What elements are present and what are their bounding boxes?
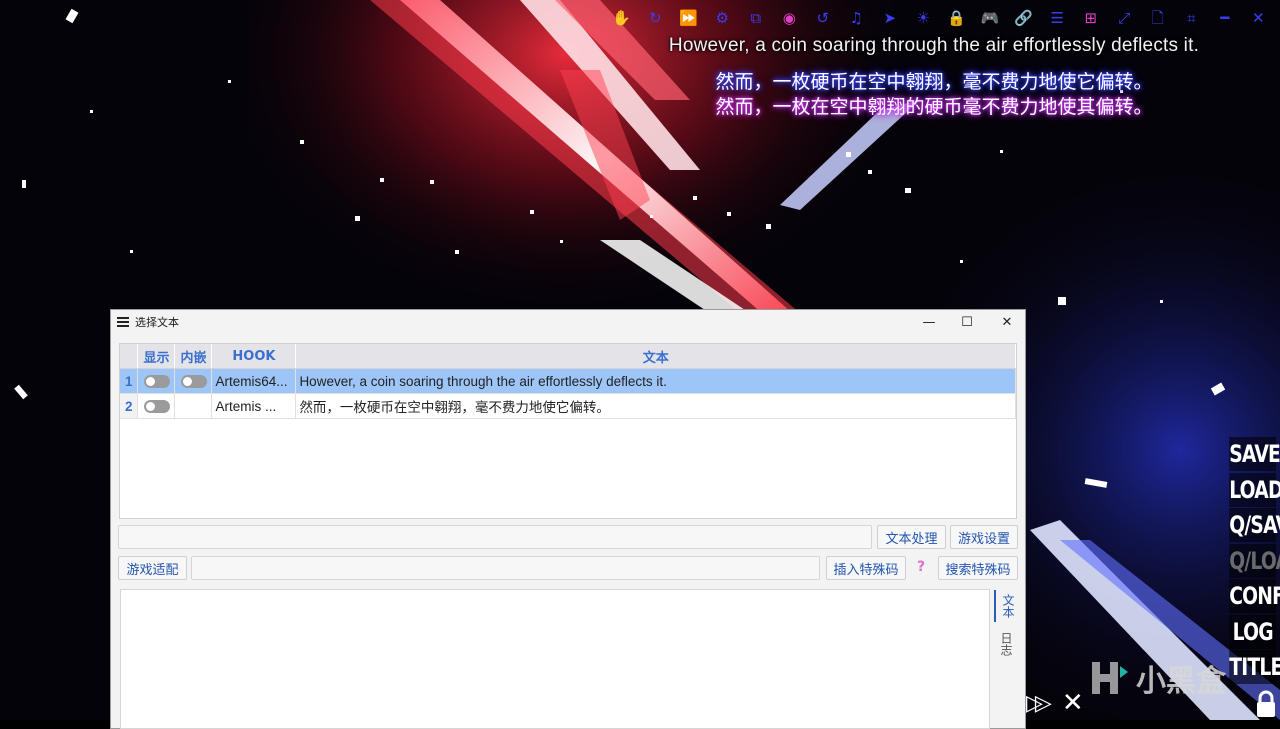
crop-icon-glyph: ⌗ xyxy=(1187,9,1196,27)
hide-window-icon[interactable]: ✕ xyxy=(1062,688,1084,718)
minimize-icon-glyph: ━ xyxy=(1220,9,1230,27)
watermark: 小黑盒 xyxy=(1088,656,1226,700)
copy-icon[interactable]: ⧉ xyxy=(739,8,773,28)
embed-cell-empty xyxy=(174,393,213,419)
watermark-text: 小黑盒 xyxy=(1136,664,1226,699)
dialog-titlebar[interactable]: 选择文本 — ☐ ✕ xyxy=(111,310,1025,334)
translation-line-1: 然而，一枚硬币在空中翱翔，毫不费力地使它偏转。 xyxy=(715,71,1153,93)
quick-save-menu-button[interactable]: Q/SAVE xyxy=(1229,508,1280,542)
close-icon-glyph: ✕ xyxy=(1251,9,1265,27)
game-adapt-button[interactable]: 游戏适配 xyxy=(118,556,187,580)
heybox-logo-icon xyxy=(1092,662,1128,694)
menu-icon-glyph: ☰ xyxy=(1050,9,1064,27)
select-text-dialog: 选择文本 — ☐ ✕ 显示 内嵌 HOOK 文本 1 Artemis64... … xyxy=(110,309,1026,729)
column-header-hook[interactable]: HOOK xyxy=(211,344,297,369)
maximize-button[interactable]: ☐ xyxy=(947,310,987,334)
toggle-switch[interactable] xyxy=(181,375,208,389)
windows-icon-glyph: ⊞ xyxy=(1084,9,1098,27)
toggle-switch[interactable] xyxy=(144,375,171,389)
fast-forward-icon[interactable]: ⏩ xyxy=(672,8,706,28)
gear-icon[interactable]: ⚙ xyxy=(706,8,740,28)
document-icon-glyph: 🗋 xyxy=(1151,9,1164,27)
document-icon[interactable]: 🗋 xyxy=(1141,8,1175,28)
table-row[interactable]: 2 Artemis ... 然而，一枚硬币在空中翱翔，毫不费力地使它偏转。 xyxy=(120,393,1016,419)
hand-icon-glyph: ✋ xyxy=(612,9,632,27)
copy-icon-glyph: ⧉ xyxy=(750,9,762,27)
row-number: 2 xyxy=(120,393,139,419)
app-list-icon xyxy=(117,317,129,327)
menu-icon[interactable]: ☰ xyxy=(1041,8,1075,28)
show-toggle[interactable] xyxy=(137,393,176,419)
log-menu-button[interactable]: LOG xyxy=(1229,614,1276,649)
resize-icon-glyph: ⤢ xyxy=(1118,9,1131,27)
undo-icon-glyph: ↺ xyxy=(816,9,830,27)
show-toggle[interactable] xyxy=(137,368,176,394)
special-code-input[interactable] xyxy=(191,556,820,580)
lightbulb-icon-glyph: ☀ xyxy=(916,9,930,27)
row-number: 1 xyxy=(120,368,139,394)
pointer-icon-glyph: ➤ xyxy=(883,9,897,27)
help-icon[interactable]: ? xyxy=(917,559,925,575)
load-menu-button[interactable]: LOAD xyxy=(1229,472,1280,507)
search-special-code-button[interactable]: 搜索特殊码 xyxy=(938,556,1018,580)
lock-icon[interactable] xyxy=(1254,690,1278,718)
game-bottom-controls: ▷▷ ✕ xyxy=(1026,688,1084,718)
original-text-line: However, a coin soaring through the air … xyxy=(668,35,1200,56)
translation-line-2: 然而，一枚在空中翱翔的硬币毫不费力地使其偏转。 xyxy=(715,96,1153,118)
game-side-menu: SAVE LOAD Q/SAVE Q/LOAD CONFIG LOG TITLE xyxy=(1216,437,1280,686)
table-row[interactable]: 1 Artemis64... However, a coin soaring t… xyxy=(120,368,1016,394)
resize-icon[interactable]: ⤢ xyxy=(1108,8,1142,28)
refresh-icon[interactable]: ↻ xyxy=(639,8,673,28)
hook-table: 显示 内嵌 HOOK 文本 1 Artemis64... However, a … xyxy=(119,343,1017,519)
gamepad-icon[interactable]: 🎮 xyxy=(974,8,1008,28)
game-settings-button[interactable]: 游戏设置 xyxy=(950,525,1018,549)
text-cell: 然而，一枚硬币在空中翱翔，毫不费力地使它偏转。 xyxy=(295,393,1016,419)
hook-cell: Artemis ... xyxy=(211,393,297,419)
text-preview-area[interactable] xyxy=(120,589,990,729)
refresh-icon-glyph: ↻ xyxy=(648,9,662,27)
dialog-title: 选择文本 xyxy=(135,316,179,329)
corner-header xyxy=(120,344,139,369)
title-menu-button[interactable]: TITLE xyxy=(1229,650,1280,684)
text-process-button[interactable]: 文本处理 xyxy=(877,525,946,549)
config-menu-button[interactable]: CONFIG xyxy=(1229,579,1280,613)
link-icon[interactable]: 🔗 xyxy=(1007,8,1041,28)
hand-icon[interactable]: ✋ xyxy=(605,8,639,28)
text-cell: However, a coin soaring through the air … xyxy=(295,368,1016,394)
tab-log[interactable]: 日志 xyxy=(994,628,1013,660)
save-menu-button[interactable]: SAVE xyxy=(1229,437,1280,471)
close-button[interactable]: ✕ xyxy=(987,310,1027,334)
lock-icon-glyph: 🔒 xyxy=(947,9,967,27)
quick-load-menu-button[interactable]: Q/LOAD xyxy=(1229,543,1280,578)
close-icon[interactable]: ✕ xyxy=(1242,8,1276,28)
lightbulb-icon[interactable]: ☀ xyxy=(907,8,941,28)
pointer-icon[interactable]: ➤ xyxy=(873,8,907,28)
music-icon[interactable]: ♫ xyxy=(840,8,874,28)
lock-icon[interactable]: 🔒 xyxy=(940,8,974,28)
gear-icon-glyph: ⚙ xyxy=(715,9,729,27)
eye-icon[interactable]: ◉ xyxy=(773,8,807,28)
link-icon-glyph: 🔗 xyxy=(1014,9,1034,27)
column-header-text[interactable]: 文本 xyxy=(295,344,1016,369)
skip-icon[interactable]: ▷▷ xyxy=(1026,691,1052,716)
insert-special-code-button[interactable]: 插入特殊码 xyxy=(826,556,906,580)
gamepad-icon-glyph: 🎮 xyxy=(980,9,1000,27)
fast-forward-icon-glyph: ⏩ xyxy=(679,9,699,27)
translator-toolbar: ✋ ↻ ⏩ ⚙ ⧉ ◉ ↺ ♫ ➤ ☀ 🔒 🎮 🔗 ☰ ⊞ ⤢ 🗋 ⌗ ━ ✕ xyxy=(605,8,1275,28)
windows-icon[interactable]: ⊞ xyxy=(1074,8,1108,28)
hook-cell: Artemis64... xyxy=(211,368,297,394)
column-header-embed[interactable]: 内嵌 xyxy=(174,344,213,369)
hook-info-field[interactable] xyxy=(118,525,872,549)
minimize-button[interactable]: — xyxy=(909,310,949,334)
music-icon-glyph: ♫ xyxy=(849,9,863,27)
tab-text[interactable]: 文本 xyxy=(994,590,1015,622)
column-header-show[interactable]: 显示 xyxy=(137,344,176,369)
table-header-row: 显示 内嵌 HOOK 文本 xyxy=(120,344,1016,369)
undo-icon[interactable]: ↺ xyxy=(806,8,840,28)
toggle-switch[interactable] xyxy=(144,400,171,414)
eye-icon-glyph: ◉ xyxy=(782,9,796,27)
minimize-icon[interactable]: ━ xyxy=(1208,8,1242,28)
crop-icon[interactable]: ⌗ xyxy=(1175,8,1209,28)
embed-toggle[interactable] xyxy=(174,368,213,394)
